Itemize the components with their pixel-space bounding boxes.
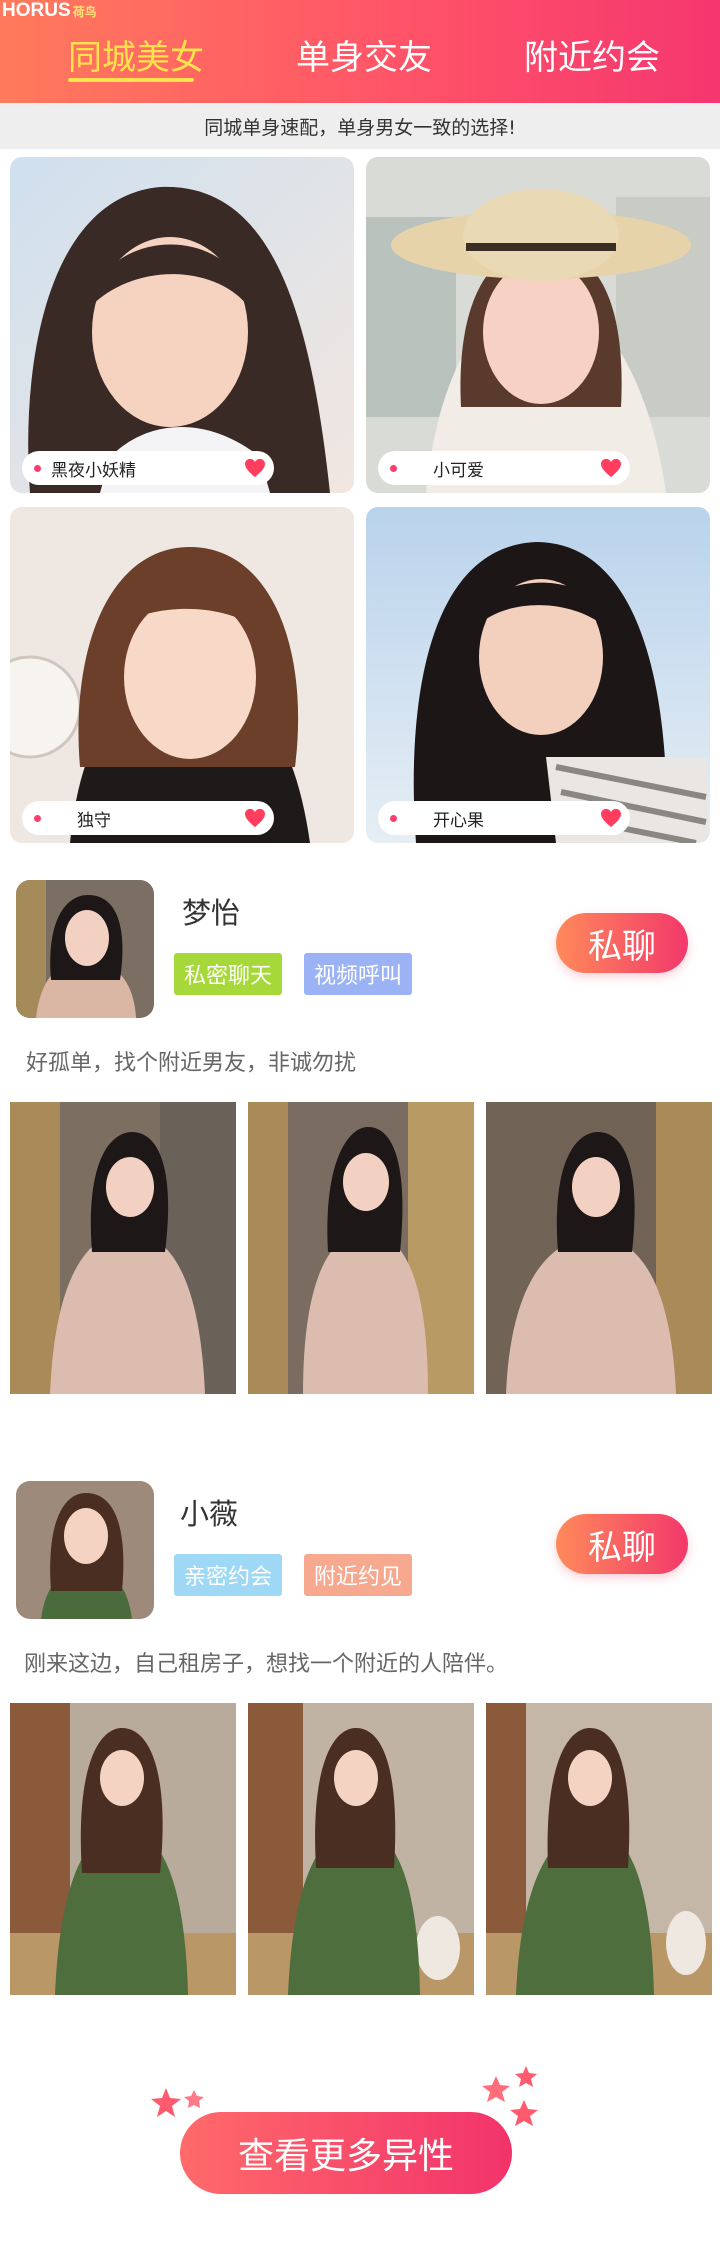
online-dot [390, 814, 397, 822]
profile-photo [366, 157, 710, 493]
heart-icon[interactable] [600, 808, 622, 828]
tag-video-call[interactable]: 视频呼叫 [304, 953, 413, 995]
private-chat-button[interactable]: 私聊 [556, 913, 688, 973]
gallery-photo[interactable] [10, 1703, 236, 1995]
profile-bio: 好孤单，找个附近男友，非诚勿扰 [26, 1051, 357, 1076]
tag-intimate-date[interactable]: 亲密约会 [174, 1554, 283, 1596]
tab-nearby-dates[interactable]: 附近约会 [524, 30, 660, 79]
tag-nearby-meetup[interactable]: 附近约见 [304, 1554, 413, 1596]
profile-bio: 刚来这边，自己租房子，想找一个附近的人陪伴。 [24, 1652, 509, 1677]
logo-subtext: 荷鸟 [72, 4, 97, 19]
logo-text: HORUS [2, 0, 71, 21]
gallery-photo[interactable] [10, 1102, 236, 1394]
profile-card[interactable]: 黑夜小妖精 [10, 157, 354, 493]
active-tab-indicator [68, 78, 194, 82]
profile-name: 小可爱 [433, 460, 484, 481]
online-dot [34, 814, 41, 822]
tab-nearby-beauties[interactable]: 同城美女 [68, 30, 204, 79]
profile-name: 黑夜小妖精 [51, 460, 136, 481]
profile-name: 独守 [77, 810, 111, 831]
profile-name: 梦怡 [182, 896, 241, 930]
tagline-text: 同城单身速配，单身男女一致的选择! [204, 116, 516, 139]
gallery-photo[interactable] [486, 1102, 712, 1394]
profile-card[interactable]: 独守 [10, 507, 354, 843]
profile-name-pill: 黑夜小妖精 [22, 451, 274, 485]
heart-icon[interactable] [244, 808, 266, 828]
avatar[interactable] [16, 880, 154, 1018]
profile-card[interactable]: 开心果 [366, 507, 710, 843]
profile-photo [10, 157, 354, 493]
profile-name-pill: 开心果 [378, 801, 630, 835]
profile-name: 开心果 [433, 810, 484, 831]
online-dot [390, 464, 397, 472]
gallery-photo[interactable] [248, 1102, 474, 1394]
tag-private-chat[interactable]: 私密聊天 [174, 953, 283, 995]
private-chat-button[interactable]: 私聊 [556, 1514, 688, 1574]
heart-icon[interactable] [600, 458, 622, 478]
profile-name-pill: 独守 [22, 801, 274, 835]
top-nav-bar: HORUS 荷鸟 同城美女 单身交友 附近约会 [0, 0, 720, 103]
tagline-banner: 同城单身速配，单身男女一致的选择! [0, 103, 720, 149]
app-logo: HORUS 荷鸟 [2, 0, 97, 22]
profile-card[interactable]: 小可爱 [366, 157, 710, 493]
profile-photo [366, 507, 710, 843]
profile-name: 小薇 [180, 1497, 239, 1531]
avatar[interactable] [16, 1481, 154, 1619]
heart-icon[interactable] [244, 458, 266, 478]
tab-singles-dating[interactable]: 单身交友 [296, 30, 432, 79]
profile-name-pill: 小可爱 [378, 451, 630, 485]
gallery-photo[interactable] [486, 1703, 712, 1995]
gallery-photo[interactable] [248, 1703, 474, 1995]
view-more-button[interactable]: 查看更多异性 [180, 2112, 512, 2194]
profile-photo [10, 507, 354, 843]
online-dot [34, 464, 41, 472]
